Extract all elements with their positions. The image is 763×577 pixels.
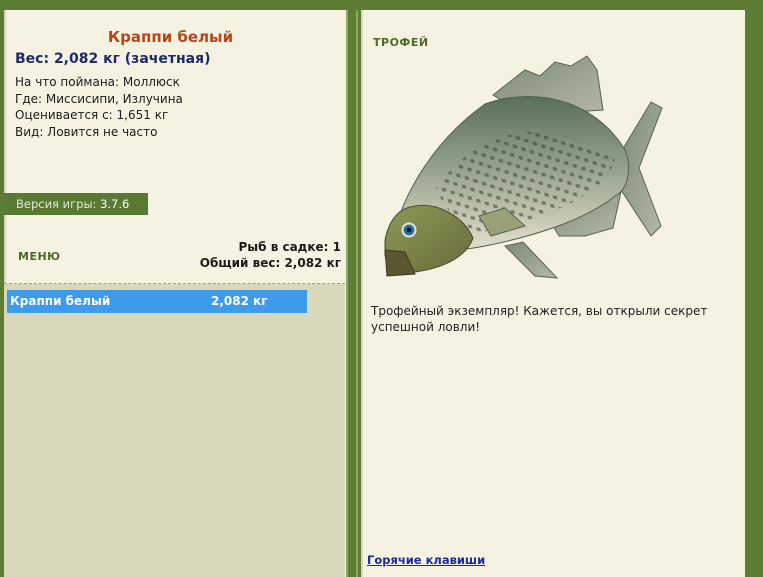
value-info: Оценивается с: 1,651 кг	[15, 108, 169, 122]
fish-weight: Вес: 2,082 кг (зачетная)	[15, 51, 211, 67]
catch-list	[4, 284, 345, 577]
keepnet-total-weight: Общий вес: 2,082 кг	[199, 255, 341, 270]
fish-details: На что поймана: Моллюск Где: Миссисипи, …	[15, 74, 183, 140]
crappie-fish-image	[384, 55, 663, 279]
keepnet-count: Рыб в садке: 1	[238, 240, 342, 254]
list-item-name: Краппи белый	[10, 294, 111, 308]
panel-divider	[356, 10, 358, 577]
rarity-info: Вид: Ловится не часто	[15, 124, 158, 139]
bait-info: На что поймана: Моллюск	[15, 75, 180, 89]
version-label: Версия игры:	[16, 197, 97, 211]
fish-title: Краппи белый	[107, 28, 234, 46]
location-info: Где: Миссисипи, Излучина	[15, 91, 183, 106]
panel-divider	[346, 10, 348, 577]
menu-button[interactable]: МЕНЮ	[18, 250, 61, 263]
hotkeys-link[interactable]: Горячие клавиши	[367, 553, 485, 567]
list-item[interactable]: Краппи белый 2,082 кг	[7, 290, 307, 313]
version-number: 3.7.6	[100, 197, 130, 211]
version-badge: Версия игры: 3.7.6	[4, 193, 148, 215]
trophy-description: Трофейный экземпляр! Кажется, вы открыли…	[371, 304, 708, 334]
keepnet-summary: Рыб в садке: 1 Общий вес: 2,082 кг	[200, 240, 341, 271]
list-item-weight: 2,082 кг	[211, 294, 268, 308]
